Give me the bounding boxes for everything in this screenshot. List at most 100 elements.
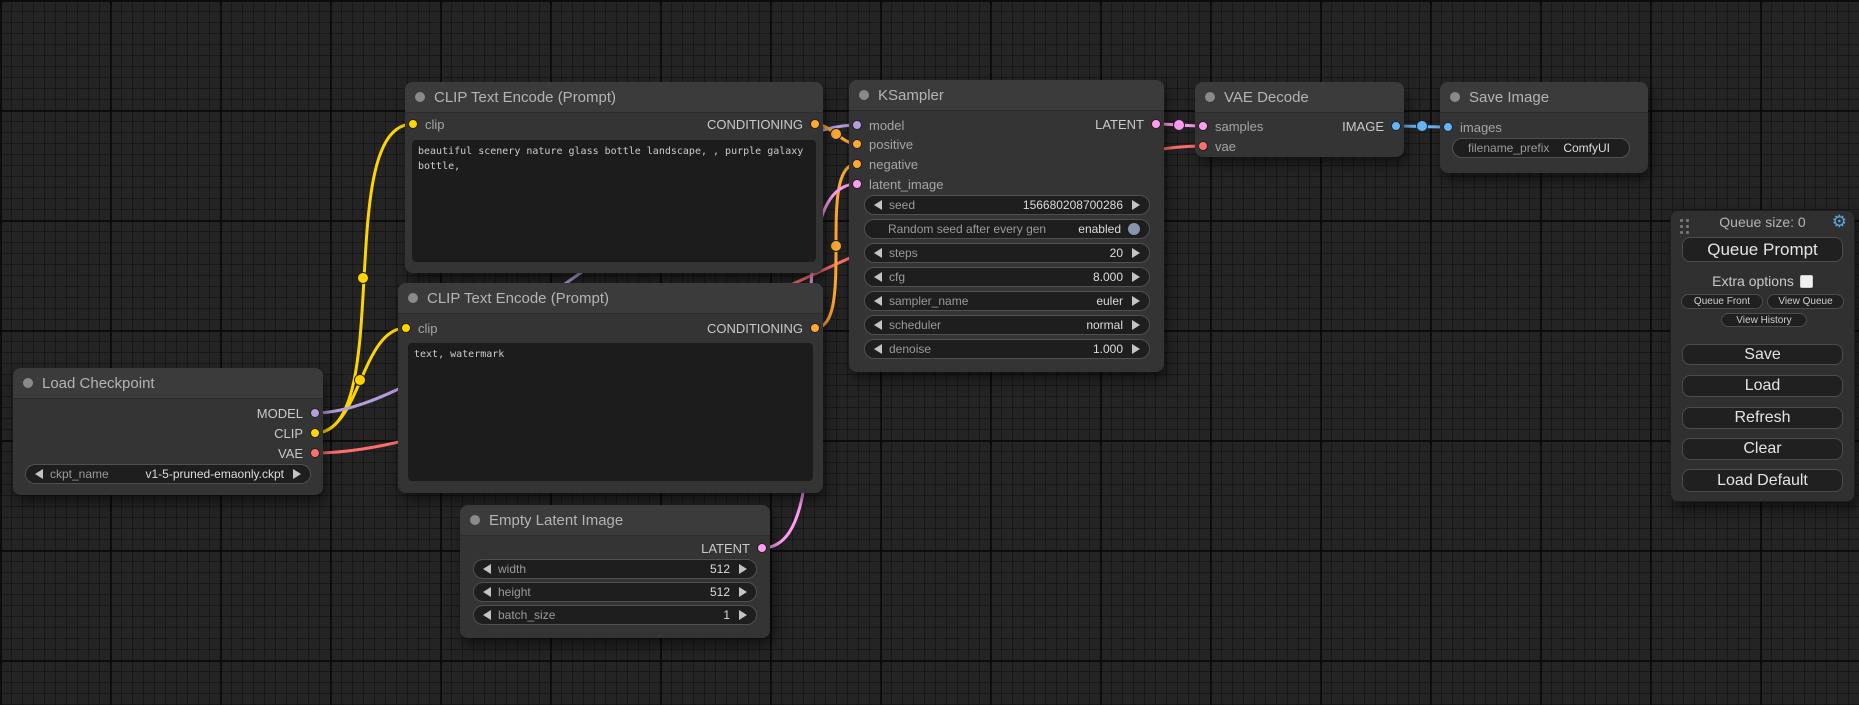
node-vae-decode[interactable]: VAE Decode samples vae IMAGE (1195, 82, 1404, 157)
decrement-arrow-icon[interactable] (35, 469, 43, 479)
increment-arrow-icon[interactable] (1132, 344, 1140, 354)
cfg-widget[interactable]: cfg 8.000 (864, 267, 1150, 287)
model-port-icon[interactable] (310, 408, 320, 418)
prompt-text-area[interactable]: text, watermark (408, 343, 813, 481)
node-titlebar[interactable]: KSampler (849, 80, 1164, 111)
input-vae: vae (1198, 136, 1236, 156)
collapse-dot-icon[interactable] (23, 378, 33, 388)
node-save-image[interactable]: Save Image images filename_prefix ComfyU… (1440, 82, 1648, 173)
denoise-widget[interactable]: denoise 1.000 (864, 339, 1150, 359)
model-port-icon[interactable] (852, 120, 862, 130)
node-clip-text-encode-negative[interactable]: CLIP Text Encode (Prompt) clip CONDITION… (398, 283, 823, 493)
view-history-button[interactable]: View History (1721, 313, 1807, 327)
node-load-checkpoint[interactable]: Load Checkpoint MODEL CLIP VAE ckpt_name… (13, 368, 323, 495)
collapse-dot-icon[interactable] (1450, 92, 1460, 102)
random-seed-toggle-widget[interactable]: Random seed after every gen enabled (864, 219, 1150, 239)
node-titlebar[interactable]: Empty Latent Image (460, 505, 770, 536)
clip-port-icon[interactable] (401, 323, 411, 333)
output-vae: VAE (278, 443, 320, 463)
width-widget[interactable]: width 512 (473, 559, 757, 579)
load-default-button[interactable]: Load Default (1682, 469, 1843, 492)
node-empty-latent-image[interactable]: Empty Latent Image LATENT width 512 heig… (460, 505, 770, 638)
refresh-button[interactable]: Refresh (1682, 407, 1843, 429)
height-widget[interactable]: height 512 (473, 582, 757, 602)
node-title: KSampler (878, 87, 944, 104)
increment-arrow-icon[interactable] (739, 610, 747, 620)
output-conditioning: CONDITIONING (707, 318, 820, 338)
queue-prompt-button[interactable]: Queue Prompt (1682, 237, 1843, 262)
clip-port-icon[interactable] (310, 428, 320, 438)
prompt-text-area[interactable]: beautiful scenery nature glass bottle la… (412, 140, 816, 262)
decrement-arrow-icon[interactable] (483, 610, 491, 620)
collapse-dot-icon[interactable] (408, 293, 418, 303)
increment-arrow-icon[interactable] (1132, 200, 1140, 210)
node-title: VAE Decode (1224, 89, 1309, 106)
output-latent: LATENT (701, 538, 767, 558)
decrement-arrow-icon[interactable] (874, 296, 882, 306)
conditioning-port-icon[interactable] (810, 119, 820, 129)
load-button[interactable]: Load (1682, 375, 1843, 397)
input-images: images (1443, 117, 1502, 137)
save-button[interactable]: Save (1682, 344, 1843, 365)
increment-arrow-icon[interactable] (1132, 320, 1140, 330)
node-titlebar[interactable]: CLIP Text Encode (Prompt) (398, 283, 823, 314)
filename-prefix-widget[interactable]: filename_prefix ComfyUI (1452, 138, 1630, 158)
increment-arrow-icon[interactable] (293, 469, 301, 479)
node-titlebar[interactable]: Load Checkpoint (13, 368, 323, 399)
latent-port-icon[interactable] (1198, 121, 1208, 131)
settings-gear-icon[interactable]: ⚙ (1832, 212, 1847, 232)
decrement-arrow-icon[interactable] (483, 587, 491, 597)
input-positive: positive (852, 134, 913, 154)
increment-arrow-icon[interactable] (1132, 272, 1140, 282)
link-dot (1174, 120, 1185, 131)
latent-port-icon[interactable] (1151, 119, 1161, 129)
node-clip-text-encode-positive[interactable]: CLIP Text Encode (Prompt) clip CONDITION… (405, 82, 823, 273)
decrement-arrow-icon[interactable] (874, 248, 882, 258)
node-titlebar[interactable]: CLIP Text Encode (Prompt) (405, 82, 823, 113)
scheduler-widget[interactable]: scheduler normal (864, 315, 1150, 335)
input-clip: clip (408, 114, 445, 134)
increment-arrow-icon[interactable] (739, 564, 747, 574)
input-model: model (852, 115, 904, 135)
collapse-dot-icon[interactable] (415, 92, 425, 102)
extra-options-checkbox[interactable] (1800, 275, 1813, 288)
node-titlebar[interactable]: VAE Decode (1195, 82, 1404, 113)
increment-arrow-icon[interactable] (739, 587, 747, 597)
seed-widget[interactable]: seed 156680208700286 (864, 195, 1150, 215)
toggle-dot-icon[interactable] (1128, 223, 1140, 235)
decrement-arrow-icon[interactable] (483, 564, 491, 574)
image-port-icon[interactable] (1443, 122, 1453, 132)
clip-port-icon[interactable] (408, 119, 418, 129)
decrement-arrow-icon[interactable] (874, 320, 882, 330)
queue-panel: Queue size: 0 ⚙ Queue Prompt Extra optio… (1670, 210, 1855, 502)
steps-widget[interactable]: steps 20 (864, 243, 1150, 263)
image-port-icon[interactable] (1391, 121, 1401, 131)
node-title: CLIP Text Encode (Prompt) (427, 290, 609, 307)
sampler-name-widget[interactable]: sampler_name euler (864, 291, 1150, 311)
increment-arrow-icon[interactable] (1132, 296, 1140, 306)
node-ksampler[interactable]: KSampler model positive negative latent_… (849, 80, 1164, 372)
batch-size-widget[interactable]: batch_size 1 (473, 605, 757, 625)
queue-front-button[interactable]: Queue Front (1681, 294, 1763, 309)
collapse-dot-icon[interactable] (470, 515, 480, 525)
latent-port-icon[interactable] (852, 179, 862, 189)
conditioning-port-icon[interactable] (852, 159, 862, 169)
ckpt-name-widget[interactable]: ckpt_name v1-5-pruned-emaonly.ckpt (25, 464, 311, 484)
clear-button[interactable]: Clear (1682, 438, 1843, 460)
collapse-dot-icon[interactable] (1205, 92, 1215, 102)
latent-port-icon[interactable] (757, 543, 767, 553)
input-samples: samples (1198, 116, 1263, 136)
vae-port-icon[interactable] (1198, 141, 1208, 151)
increment-arrow-icon[interactable] (1132, 248, 1140, 258)
vae-port-icon[interactable] (310, 448, 320, 458)
decrement-arrow-icon[interactable] (874, 200, 882, 210)
conditioning-port-icon[interactable] (810, 323, 820, 333)
decrement-arrow-icon[interactable] (874, 272, 882, 282)
view-queue-button[interactable]: View Queue (1767, 294, 1844, 309)
collapse-dot-icon[interactable] (859, 90, 869, 100)
decrement-arrow-icon[interactable] (874, 344, 882, 354)
conditioning-port-icon[interactable] (852, 139, 862, 149)
node-title: Empty Latent Image (489, 512, 623, 529)
queue-size-label: Queue size: 0 (1671, 214, 1854, 230)
node-titlebar[interactable]: Save Image (1440, 82, 1648, 113)
